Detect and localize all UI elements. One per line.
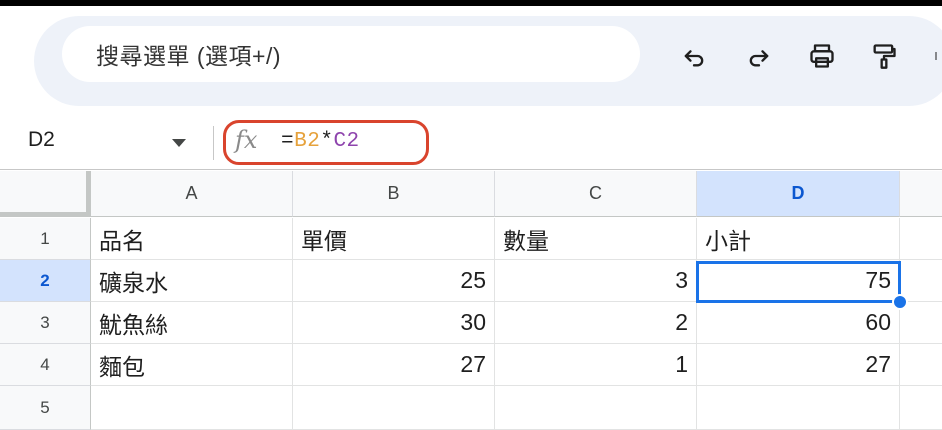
undo-icon[interactable]: [678, 40, 710, 72]
cell-e5[interactable]: [900, 386, 942, 430]
fx-icon: fx: [235, 126, 258, 154]
paint-format-icon[interactable]: [868, 40, 900, 72]
cell-e1[interactable]: [900, 218, 942, 260]
menu-search-placeholder: 搜尋選單 (選項+/): [96, 43, 282, 69]
formula-ref-c2: C2: [333, 130, 360, 153]
print-icon[interactable]: [806, 40, 838, 72]
cell-d5[interactable]: [697, 386, 900, 430]
select-all-corner[interactable]: [0, 171, 91, 217]
cell-a1[interactable]: 品名: [91, 218, 293, 260]
formula-bar: D2 fx =B2*C2: [0, 116, 942, 170]
name-box-dropdown-icon[interactable]: [172, 139, 186, 147]
cell-e2[interactable]: [900, 260, 942, 302]
formula-input[interactable]: =B2*C2: [281, 130, 360, 153]
sheet-grid: A B C D 1 2 3 4 5 品名 單價 數量 小計 礦泉水 25 3 7…: [0, 171, 942, 430]
formula-bar-divider: [213, 126, 214, 160]
column-header-c[interactable]: C: [495, 171, 697, 217]
cell-a4[interactable]: 麵包: [91, 344, 293, 386]
cell-c4[interactable]: 1: [495, 344, 697, 386]
cell-b2[interactable]: 25: [293, 260, 495, 302]
formula-operator: *: [320, 130, 334, 153]
column-header-d[interactable]: D: [697, 171, 900, 217]
cell-a3[interactable]: 魷魚絲: [91, 302, 293, 344]
name-box[interactable]: D2: [28, 128, 55, 152]
cell-d1[interactable]: 小計: [697, 218, 900, 260]
cell-d4[interactable]: 27: [697, 344, 900, 386]
row-header-2[interactable]: 2: [0, 260, 91, 302]
row-header-4[interactable]: 4: [0, 344, 91, 386]
fill-handle[interactable]: [892, 294, 908, 310]
toolbar: 搜尋選單 (選項+/): [0, 6, 942, 116]
cell-d3[interactable]: 60: [697, 302, 900, 344]
cell-c2[interactable]: 3: [495, 260, 697, 302]
cell-b3[interactable]: 30: [293, 302, 495, 344]
toolbar-overflow-icon[interactable]: [930, 40, 942, 72]
cell-c5[interactable]: [495, 386, 697, 430]
cell-a5[interactable]: [91, 386, 293, 430]
column-header-a[interactable]: A: [91, 171, 293, 217]
formula-equals: =: [281, 130, 295, 153]
formula-ref-b2: B2: [294, 130, 321, 153]
column-header-e[interactable]: [900, 171, 942, 217]
row-header-5[interactable]: 5: [0, 386, 91, 430]
cell-b1[interactable]: 單價: [293, 218, 495, 260]
cell-c1[interactable]: 數量: [495, 218, 697, 260]
redo-icon[interactable]: [743, 40, 775, 72]
menu-search-box[interactable]: 搜尋選單 (選項+/): [62, 26, 640, 82]
cell-e3[interactable]: [900, 302, 942, 344]
cell-b4[interactable]: 27: [293, 344, 495, 386]
row-header-1[interactable]: 1: [0, 218, 91, 260]
cell-e4[interactable]: [900, 344, 942, 386]
cell-a2[interactable]: 礦泉水: [91, 260, 293, 302]
cell-b5[interactable]: [293, 386, 495, 430]
cell-c3[interactable]: 2: [495, 302, 697, 344]
cell-d2[interactable]: 75: [697, 260, 900, 302]
row-header-3[interactable]: 3: [0, 302, 91, 344]
column-header-b[interactable]: B: [293, 171, 495, 217]
